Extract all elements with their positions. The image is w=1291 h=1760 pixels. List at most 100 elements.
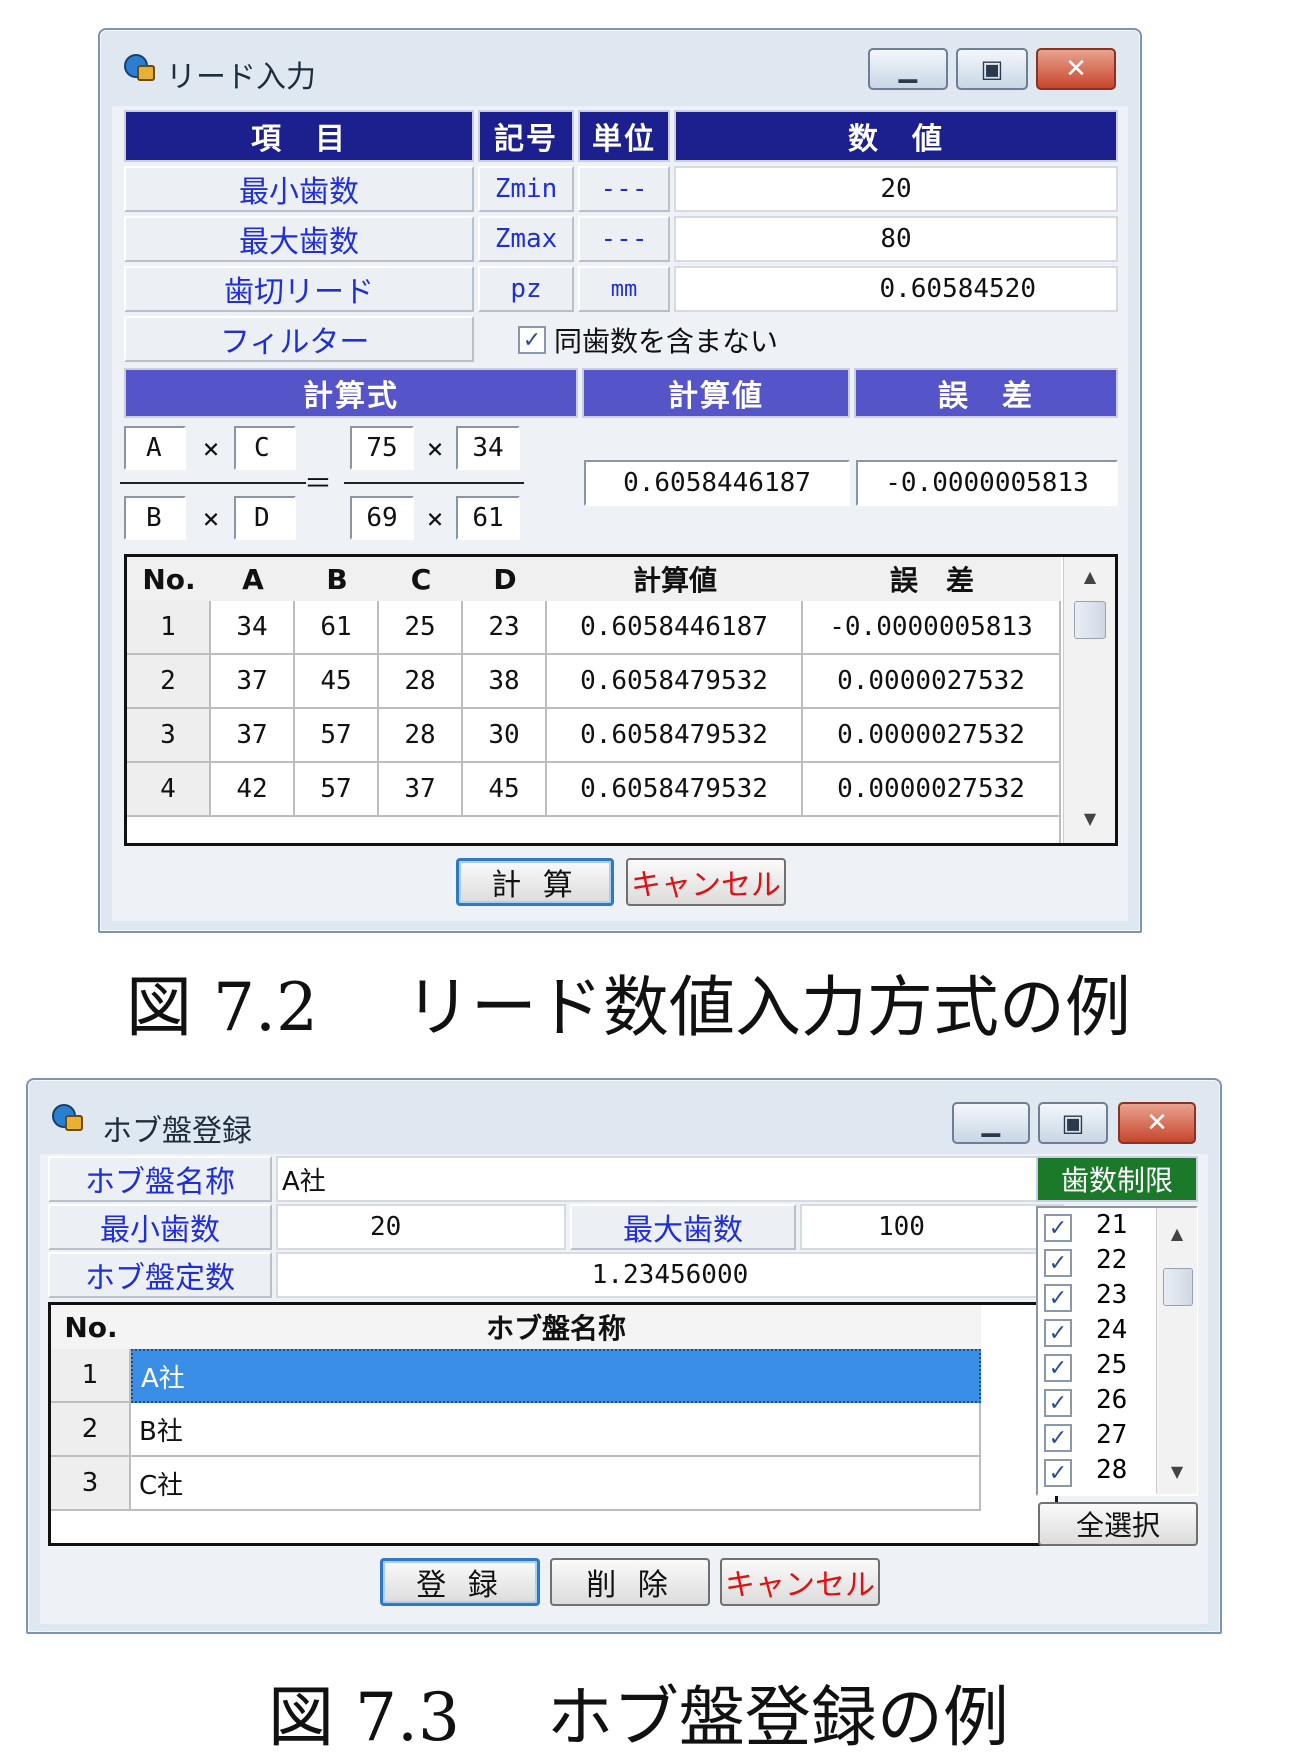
- label-hob-name: ホブ盤名称: [48, 1156, 272, 1202]
- formula-d: D: [234, 496, 296, 540]
- teeth-item-22[interactable]: ✓ 22: [1042, 1245, 1152, 1279]
- check-icon: ✓: [1048, 1250, 1068, 1276]
- header-error: 誤 差: [854, 368, 1118, 418]
- header-value: 数 値: [674, 110, 1118, 162]
- title-bar[interactable]: ホブ盤登録 ▁ ▣ ✕: [28, 1080, 1220, 1150]
- col-c[interactable]: C: [379, 557, 463, 601]
- symbol-zmin: Zmin: [478, 166, 574, 212]
- cell-error: 0.0000027532: [803, 763, 1061, 817]
- calc-value-display: 0.6058446187: [584, 460, 850, 506]
- teeth-list-scrollbar[interactable]: ▲ ▼: [1156, 1208, 1197, 1494]
- teeth-checkbox[interactable]: ✓: [1044, 1284, 1072, 1312]
- teeth-value: 22: [1096, 1245, 1128, 1275]
- max-teeth-field[interactable]: 80: [674, 216, 1118, 262]
- teeth-item-28[interactable]: ✓ 28: [1042, 1455, 1152, 1489]
- teeth-item-25[interactable]: ✓ 25: [1042, 1350, 1152, 1384]
- header-symbol: 記号: [478, 110, 574, 162]
- teeth-checkbox[interactable]: ✓: [1044, 1354, 1072, 1382]
- formula-times-top-right: ×: [426, 431, 444, 465]
- min-teeth-field[interactable]: 20: [276, 1204, 566, 1250]
- maximize-button[interactable]: ▣: [1038, 1102, 1108, 1144]
- teeth-item-24[interactable]: ✓ 24: [1042, 1315, 1152, 1349]
- max-teeth-field[interactable]: 100: [800, 1204, 1064, 1250]
- teeth-value: 26: [1096, 1385, 1128, 1415]
- cell-hob-name: B社: [131, 1403, 981, 1457]
- scroll-up-icon[interactable]: ▲: [1157, 1224, 1197, 1243]
- minimize-button[interactable]: ▁: [868, 48, 948, 90]
- vertical-scrollbar[interactable]: ▲ ▼: [1063, 557, 1115, 843]
- cancel-button[interactable]: キャンセル: [720, 1558, 880, 1606]
- close-button[interactable]: ✕: [1118, 1102, 1196, 1144]
- symbol-pz: pz: [478, 266, 574, 312]
- cell-no: 4: [127, 763, 211, 817]
- scroll-down-icon[interactable]: ▼: [1157, 1462, 1197, 1481]
- teeth-item-23[interactable]: ✓ 23: [1042, 1280, 1152, 1314]
- cell-calc-value: 0.6058479532: [547, 763, 803, 817]
- select-all-button[interactable]: 全選択: [1038, 1502, 1198, 1546]
- cell-a: 37: [211, 709, 295, 763]
- teeth-checkbox[interactable]: ✓: [1044, 1424, 1072, 1452]
- hob-list-grid[interactable]: No. ホブ盤名称 1 A社 2 B社 3 C社: [48, 1302, 1058, 1546]
- check-icon: ✓: [1048, 1425, 1068, 1451]
- result-grid[interactable]: No. A B C D 計算値 誤 差 1 34 61 25 23 0.6058…: [124, 554, 1118, 846]
- cell-no: 3: [51, 1457, 131, 1511]
- calc-button[interactable]: 計 算: [456, 858, 614, 906]
- teeth-value: 24: [1096, 1315, 1128, 1345]
- minimize-button[interactable]: ▁: [952, 1102, 1030, 1144]
- col-no[interactable]: No.: [51, 1305, 131, 1349]
- teeth-limit-list[interactable]: ✓ 21 ✓ 22 ✓ 23 ✓ 24 ✓ 25 ✓ 26 ✓ 27 ✓ 28: [1036, 1206, 1198, 1496]
- teeth-checkbox[interactable]: ✓: [1044, 1214, 1072, 1242]
- col-hob-name[interactable]: ホブ盤名称: [131, 1305, 981, 1349]
- close-icon: ✕: [1146, 1108, 1168, 1138]
- formula-a-value[interactable]: 75: [350, 426, 414, 470]
- check-icon: ✓: [1048, 1215, 1068, 1241]
- window-title: リード入力: [166, 60, 316, 95]
- teeth-checkbox[interactable]: ✓: [1044, 1389, 1072, 1417]
- scroll-thumb[interactable]: [1074, 601, 1106, 639]
- formula-d-value[interactable]: 61: [456, 496, 520, 540]
- teeth-checkbox[interactable]: ✓: [1044, 1319, 1072, 1347]
- col-error[interactable]: 誤 差: [803, 557, 1061, 601]
- teeth-item-27[interactable]: ✓ 27: [1042, 1420, 1152, 1454]
- teeth-value: 25: [1096, 1350, 1128, 1380]
- check-icon: ✓: [1048, 1355, 1068, 1381]
- col-no[interactable]: No.: [127, 557, 211, 601]
- scroll-down-icon[interactable]: ▼: [1064, 809, 1115, 828]
- scroll-up-icon[interactable]: ▲: [1064, 567, 1115, 586]
- error-value-display: -0.0000005813: [856, 460, 1118, 506]
- teeth-item-21[interactable]: ✓ 21: [1042, 1210, 1152, 1244]
- hob-name-field[interactable]: A社: [276, 1156, 1064, 1202]
- register-button[interactable]: 登 録: [380, 1558, 540, 1606]
- cell-no: 3: [127, 709, 211, 763]
- teeth-item-26[interactable]: ✓ 26: [1042, 1385, 1152, 1419]
- col-calc-value[interactable]: 計算値: [547, 557, 803, 601]
- formula-b-value[interactable]: 69: [350, 496, 414, 540]
- hob-constant-field[interactable]: 1.23456000: [276, 1252, 1064, 1298]
- col-a[interactable]: A: [211, 557, 295, 601]
- col-b[interactable]: B: [295, 557, 379, 601]
- delete-button[interactable]: 削 除: [550, 1558, 710, 1606]
- cell-calc-value: 0.6058446187: [547, 601, 803, 655]
- teeth-checkbox[interactable]: ✓: [1044, 1459, 1072, 1487]
- col-d[interactable]: D: [463, 557, 547, 601]
- formula-times-bottom-right: ×: [426, 501, 444, 535]
- cell-a: 37: [211, 655, 295, 709]
- formula-times-bottom-left: ×: [202, 501, 220, 535]
- close-button[interactable]: ✕: [1036, 48, 1116, 90]
- lead-input-window: リード入力 ▁ ▣ ✕ 項 目 記号 単位 数 値 最小歯数 Zmin --- …: [98, 28, 1142, 933]
- same-teeth-checkbox[interactable]: ✓: [518, 326, 546, 354]
- cell-error: -0.0000005813: [803, 601, 1061, 655]
- cell-b: 57: [295, 709, 379, 763]
- cell-c: 28: [379, 709, 463, 763]
- cancel-button[interactable]: キャンセル: [626, 858, 786, 906]
- label-min-teeth: 最小歯数: [48, 1204, 272, 1250]
- formula-c-value[interactable]: 34: [456, 426, 520, 470]
- scroll-thumb[interactable]: [1163, 1268, 1193, 1306]
- teeth-checkbox[interactable]: ✓: [1044, 1249, 1072, 1277]
- maximize-button[interactable]: ▣: [956, 48, 1028, 90]
- title-bar[interactable]: リード入力 ▁ ▣ ✕: [100, 30, 1140, 100]
- symbol-zmax: Zmax: [478, 216, 574, 262]
- min-teeth-field[interactable]: 20: [674, 166, 1118, 212]
- lead-field[interactable]: 0.60584520: [674, 266, 1118, 312]
- maximize-icon: ▣: [1061, 1109, 1085, 1137]
